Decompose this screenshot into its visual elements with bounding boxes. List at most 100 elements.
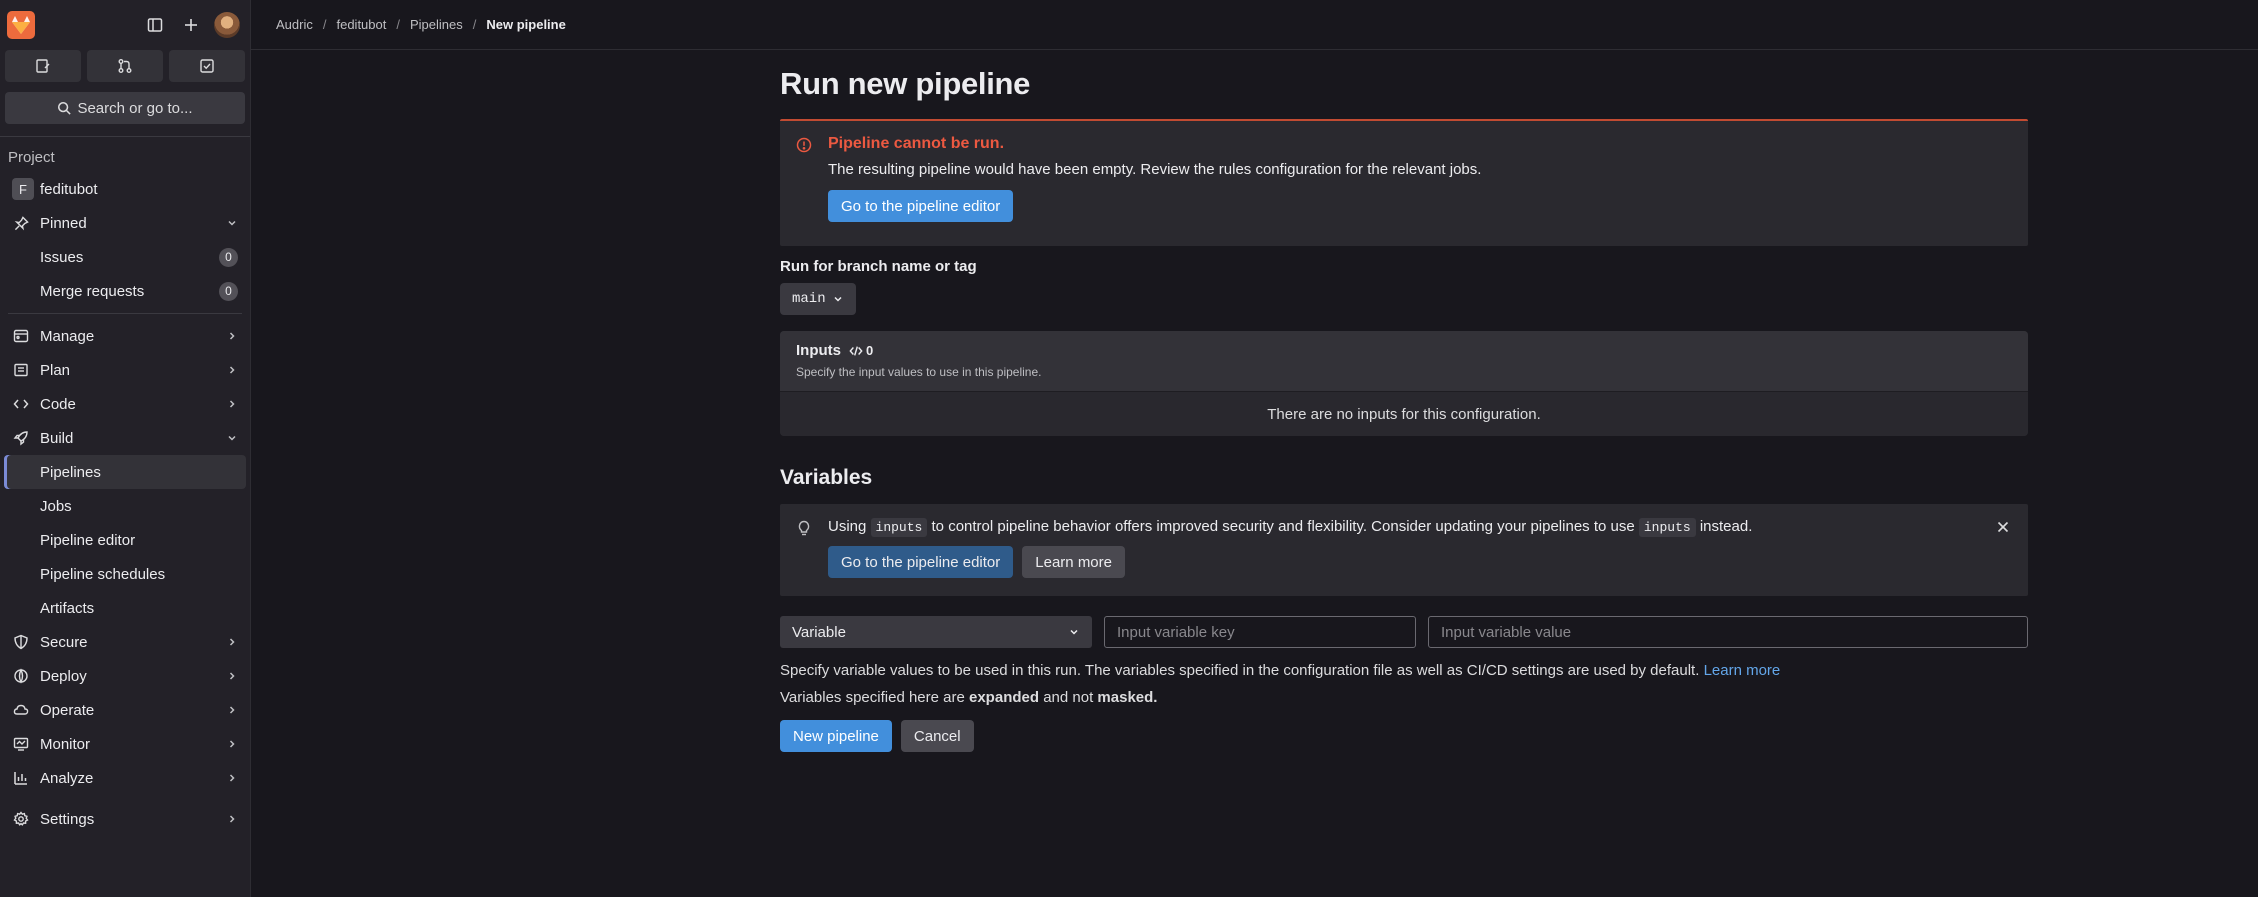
planning-icon — [12, 361, 30, 379]
chevron-right-icon — [226, 704, 238, 716]
error-alert-title: Pipeline cannot be run. — [828, 135, 1005, 152]
inputs-count: 0 — [849, 343, 873, 358]
search-icon — [58, 101, 72, 115]
search-label: Search or go to... — [77, 99, 193, 117]
tip-text-2: to control pipeline behavior offers impr… — [931, 518, 1635, 535]
sidebar-item-label: Code — [40, 395, 76, 413]
cloud-gear-icon — [12, 701, 30, 719]
tip-learn-more-button[interactable]: Learn more — [1022, 546, 1125, 578]
chevron-right-icon — [226, 670, 238, 682]
branch-value: main — [792, 291, 826, 307]
sidebar-item-issues[interactable]: Issues 0 — [4, 240, 246, 274]
issues-icon — [36, 59, 50, 73]
user-avatar[interactable] — [214, 12, 240, 38]
sidebar: Search or go to... Project F feditubot P… — [0, 0, 251, 897]
search-button[interactable]: Search or go to... — [5, 92, 245, 124]
sidebar-item-deploy[interactable]: Deploy — [4, 659, 246, 693]
inputs-tip-alert: Using inputs to control pipeline behavio… — [780, 504, 2028, 596]
toggle-sidebar-icon[interactable] — [142, 12, 168, 38]
go-to-pipeline-editor-button[interactable]: Go to the pipeline editor — [828, 190, 1014, 222]
sidebar-item-operate[interactable]: Operate — [4, 693, 246, 727]
sidebar-item-pinned[interactable]: Pinned — [4, 206, 246, 240]
create-new-icon[interactable] — [178, 12, 204, 38]
sidebar-item-label: Pipelines — [40, 463, 101, 481]
form-actions: New pipeline Cancel — [780, 720, 2028, 752]
page-title: Run new pipeline — [780, 66, 1031, 101]
tip-text: Using inputs to control pipeline behavio… — [828, 518, 2012, 537]
sidebar-item-artifacts[interactable]: Artifacts — [4, 591, 246, 625]
issues-count-badge: 0 — [219, 247, 238, 267]
breadcrumb-separator: / — [322, 17, 327, 32]
sidebar-item-build[interactable]: Build — [4, 421, 246, 455]
sidebar-item-pipeline-schedules[interactable]: Pipeline schedules — [4, 557, 246, 591]
branch-dropdown[interactable]: main — [780, 283, 856, 315]
sidebar-counters — [0, 50, 250, 82]
sidebar-item-analyze[interactable]: Analyze — [4, 761, 246, 795]
cancel-button[interactable]: Cancel — [900, 720, 974, 752]
sidebar-item-merge-requests[interactable]: Merge requests 0 — [4, 274, 246, 308]
inputs-subtitle: Specify the input values to use in this … — [796, 365, 1042, 379]
inputs-title: Inputs — [796, 342, 841, 359]
assigned-issues-button[interactable] — [5, 50, 81, 82]
merge-requests-count-badge: 0 — [219, 281, 238, 301]
sidebar-item-label: Pipeline editor — [40, 531, 136, 549]
variable-key-input[interactable] — [1104, 616, 1416, 648]
breadcrumb-separator: / — [472, 17, 477, 32]
breadcrumb-item-group[interactable]: Audric — [276, 17, 313, 32]
sidebar-item-monitor[interactable]: Monitor — [4, 727, 246, 761]
project-avatar: F — [12, 178, 34, 200]
users-icon — [12, 327, 30, 345]
breadcrumb: Audric / feditubot / Pipelines / New pip… — [251, 0, 2258, 50]
tip-text-3: instead. — [1699, 518, 1753, 535]
variables-learn-more-link[interactable]: Learn more — [1704, 662, 1781, 679]
breadcrumb-item-pipelines[interactable]: Pipelines — [410, 17, 463, 32]
chevron-right-icon — [226, 364, 238, 376]
sidebar-item-label: Monitor — [40, 735, 91, 753]
chevron-right-icon — [226, 772, 238, 784]
note-text-2: and not — [1043, 689, 1094, 706]
variables-help-body: Specify variable values to be used in th… — [780, 662, 1700, 679]
sidebar-item-label: Settings — [40, 810, 95, 828]
chevron-down-icon — [832, 293, 844, 305]
inputs-card: Inputs 0 Specify the input values to use… — [780, 331, 2028, 436]
chevron-right-icon — [226, 636, 238, 648]
sidebar-item-jobs[interactable]: Jobs — [4, 489, 246, 523]
main-content: Run new pipeline Pipeline cannot be run.… — [780, 50, 2028, 752]
code-icon — [12, 395, 30, 413]
sidebar-item-project[interactable]: F feditubot — [4, 172, 246, 206]
close-icon[interactable] — [1996, 520, 2010, 538]
sidebar-item-label: Build — [40, 429, 74, 447]
bulb-icon — [796, 520, 812, 540]
variables-expanded-note: Variables specified here are expanded an… — [780, 689, 2028, 706]
sidebar-item-label: Secure — [40, 633, 88, 651]
chevron-down-icon — [226, 217, 238, 229]
merge-requests-button[interactable] — [87, 50, 163, 82]
sidebar-item-label: Pipeline schedules — [40, 565, 166, 583]
chart-icon — [12, 769, 30, 787]
tip-code-inputs: inputs — [870, 518, 928, 537]
tip-go-to-pipeline-editor-button[interactable]: Go to the pipeline editor — [828, 546, 1014, 578]
new-pipeline-button[interactable]: New pipeline — [780, 720, 892, 752]
sidebar-item-code[interactable]: Code — [4, 387, 246, 421]
chevron-down-icon — [226, 432, 238, 444]
breadcrumb-item-project[interactable]: feditubot — [336, 17, 386, 32]
variable-type-select[interactable]: Variable — [780, 616, 1092, 648]
rocket-icon — [12, 429, 30, 447]
chevron-right-icon — [226, 813, 238, 825]
variable-value-input[interactable] — [1428, 616, 2028, 648]
sidebar-item-pipelines[interactable]: Pipelines — [4, 455, 246, 489]
sidebar-divider — [8, 313, 242, 314]
error-alert: Pipeline cannot be run. The resulting pi… — [780, 119, 2028, 246]
sidebar-item-pipeline-editor[interactable]: Pipeline editor — [4, 523, 246, 557]
sidebar-item-label: Manage — [40, 327, 95, 345]
sidebar-item-secure[interactable]: Secure — [4, 625, 246, 659]
sidebar-item-settings[interactable]: Settings — [4, 802, 246, 836]
tip-code-inputs: inputs — [1638, 518, 1696, 537]
todo-list-button[interactable] — [169, 50, 245, 82]
sidebar-item-plan[interactable]: Plan — [4, 353, 246, 387]
sidebar-item-label: Analyze — [40, 769, 94, 787]
sidebar-item-manage[interactable]: Manage — [4, 319, 246, 353]
breadcrumb-item-current: New pipeline — [486, 17, 566, 32]
merge-request-icon — [118, 59, 132, 73]
gitlab-logo-icon[interactable] — [6, 10, 36, 40]
